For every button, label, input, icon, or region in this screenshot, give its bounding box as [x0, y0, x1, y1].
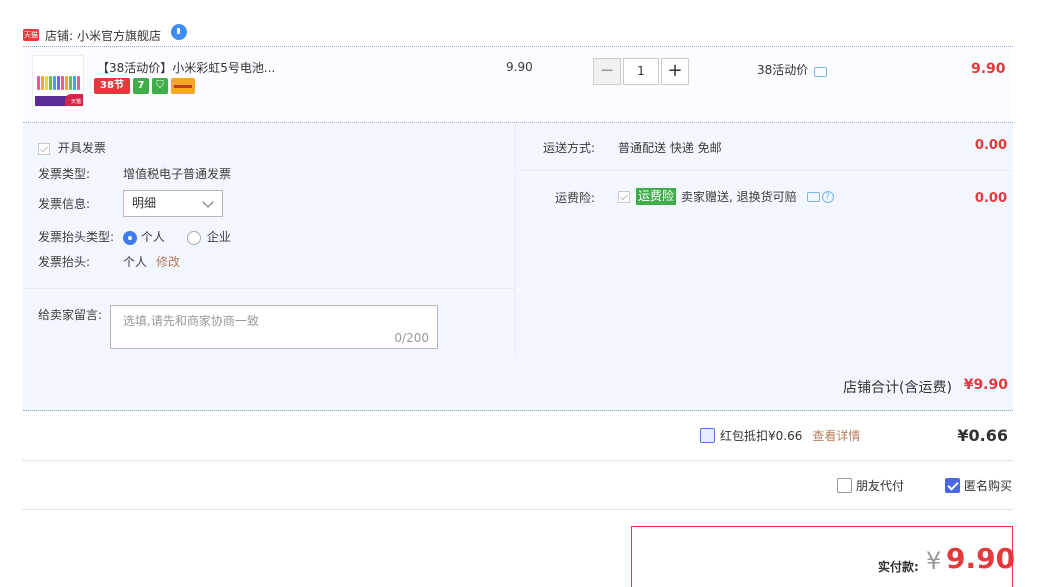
invoice-info-label: 发票信息:: [38, 197, 91, 211]
invoice-info-select[interactable]: 明细: [123, 190, 223, 217]
product-title-link[interactable]: 【38活动价】小米彩虹5号电池...: [97, 59, 275, 76]
insurance-label: 运费险:: [555, 191, 596, 205]
anonymous-option[interactable]: 匿名购买: [945, 477, 1012, 494]
final-payment-box: 实付款: ¥ 9.90: [631, 526, 1016, 587]
message-label: 给卖家留言:: [38, 308, 103, 322]
insurance-panel: 运费险: 运费险 卖家赠送, 退换货可赔 ? 0.00: [517, 172, 1013, 359]
comment-icon[interactable]: [814, 66, 828, 77]
red-packet-checkbox[interactable]: [700, 428, 715, 443]
insurance-cost: 0.00: [974, 191, 1007, 206]
invoice-type-label: 发票类型:: [38, 167, 91, 181]
shop-name-link[interactable]: 小米官方旗舰店: [77, 27, 161, 44]
anonymous-label: 匿名购买: [964, 479, 1013, 493]
promo-label: 38活动价: [757, 63, 809, 77]
radio-personal-label: 个人: [140, 230, 165, 244]
invoice-header-value: 个人: [123, 255, 148, 269]
quantity-stepper: − 1 +: [593, 58, 689, 85]
shipping-label: 运送方式:: [543, 141, 596, 155]
product-thumbnail[interactable]: 天猫: [32, 55, 84, 107]
shop-total-row: 店铺合计(含运费) ¥9.90: [23, 359, 1013, 411]
red-packet-row: 红包抵扣¥0.66 查看详情 ¥0.66: [23, 412, 1013, 461]
radio-company[interactable]: 企业: [187, 228, 231, 245]
qty-increase-button[interactable]: +: [661, 58, 689, 85]
message-char-counter: 0/200: [394, 331, 429, 345]
final-label: 实付款:: [878, 560, 919, 574]
thumb-badge-text: 天猫: [70, 99, 81, 105]
invoice-edit-link[interactable]: 修改: [156, 253, 180, 270]
qty-input[interactable]: 1: [623, 58, 659, 85]
cart-item-row: 天猫 【38活动价】小米彩虹5号电池... 38节 7 ⛉ 9.90 − 1 +…: [23, 47, 1013, 123]
friend-pay-option[interactable]: 朋友代付: [837, 477, 904, 494]
order-options: 开具发票 发票类型: 增值税电子普通发票 发票信息: 明细 发票抬头类型: 个人…: [23, 124, 1013, 359]
invoice-checkbox[interactable]: [38, 142, 50, 155]
radio-company-label: 企业: [206, 230, 231, 244]
insurance-desc: 卖家赠送, 退换货可赔: [681, 190, 797, 204]
final-currency: ¥: [926, 547, 942, 575]
unit-price: 9.90: [506, 60, 533, 74]
red-packet-label: 红包抵扣¥0.66: [720, 429, 803, 443]
help-question-icon[interactable]: ?: [821, 190, 834, 203]
credit-card-icon[interactable]: [171, 78, 195, 94]
red-packet-option[interactable]: 红包抵扣¥0.66 查看详情: [700, 427, 860, 444]
tmall-icon: 天猫: [23, 29, 39, 41]
badge-7-day-return[interactable]: 7: [133, 78, 149, 94]
shipping-method: 普通配送 快递 免邮: [618, 141, 722, 155]
insurance-tag: 运费险: [636, 188, 677, 205]
invoice-enable-label: 开具发票: [57, 141, 106, 155]
radio-company-dot[interactable]: [187, 230, 201, 245]
shop-header: 天猫 店铺: 小米官方旗舰店: [23, 24, 188, 46]
message-placeholder: 选填,请先和商家协商一致: [123, 314, 259, 328]
promo-info: 38活动价: [757, 61, 828, 78]
shop-label: 店铺:: [45, 28, 74, 43]
friend-pay-label: 朋友代付: [856, 479, 905, 493]
shop-total-value: ¥9.90: [963, 377, 1008, 393]
final-amount: 9.90: [946, 542, 1016, 575]
invoice-header-type-label: 发票抬头类型:: [38, 230, 115, 244]
insurance-checkbox[interactable]: [618, 190, 630, 203]
shield-guarantee-icon[interactable]: ⛉: [152, 78, 168, 94]
service-badges: 38节 7 ⛉: [94, 78, 195, 94]
insurance-row: 运费险 卖家赠送, 退换货可赔 ?: [618, 188, 834, 205]
invoice-type-value: 增值税电子普通发票: [123, 167, 232, 181]
radio-personal-dot[interactable]: [123, 230, 137, 245]
anonymous-checkbox[interactable]: [945, 478, 960, 493]
red-packet-detail-link[interactable]: 查看详情: [812, 427, 860, 444]
invoice-header-label: 发票抬头:: [38, 255, 91, 269]
invoice-info-value: 明细: [132, 196, 157, 210]
radio-personal[interactable]: 个人: [123, 228, 165, 245]
badge-38-festival[interactable]: 38节: [94, 78, 130, 94]
shop-total-label: 店铺合计(含运费): [843, 380, 952, 396]
invoice-panel: 开具发票 发票类型: 增值税电子普通发票 发票信息: 明细 发票抬头类型: 个人…: [23, 124, 516, 289]
invoice-enable-row[interactable]: 开具发票: [38, 139, 106, 156]
shipping-cost: 0.00: [974, 138, 1007, 153]
qty-decrease-button[interactable]: −: [593, 58, 621, 85]
red-packet-value: ¥0.66: [957, 426, 1008, 445]
friend-pay-checkbox[interactable]: [837, 478, 852, 493]
comment-icon[interactable]: [806, 191, 820, 202]
item-subtotal: 9.90: [971, 61, 1006, 77]
chat-wangwang-icon[interactable]: [171, 24, 188, 40]
shipping-panel: 运送方式: 普通配送 快递 免邮 0.00: [517, 124, 1013, 171]
pay-options-row: 朋友代付 匿名购买: [23, 462, 1013, 510]
seller-message-input[interactable]: 选填,请先和商家协商一致 0/200: [110, 305, 438, 349]
